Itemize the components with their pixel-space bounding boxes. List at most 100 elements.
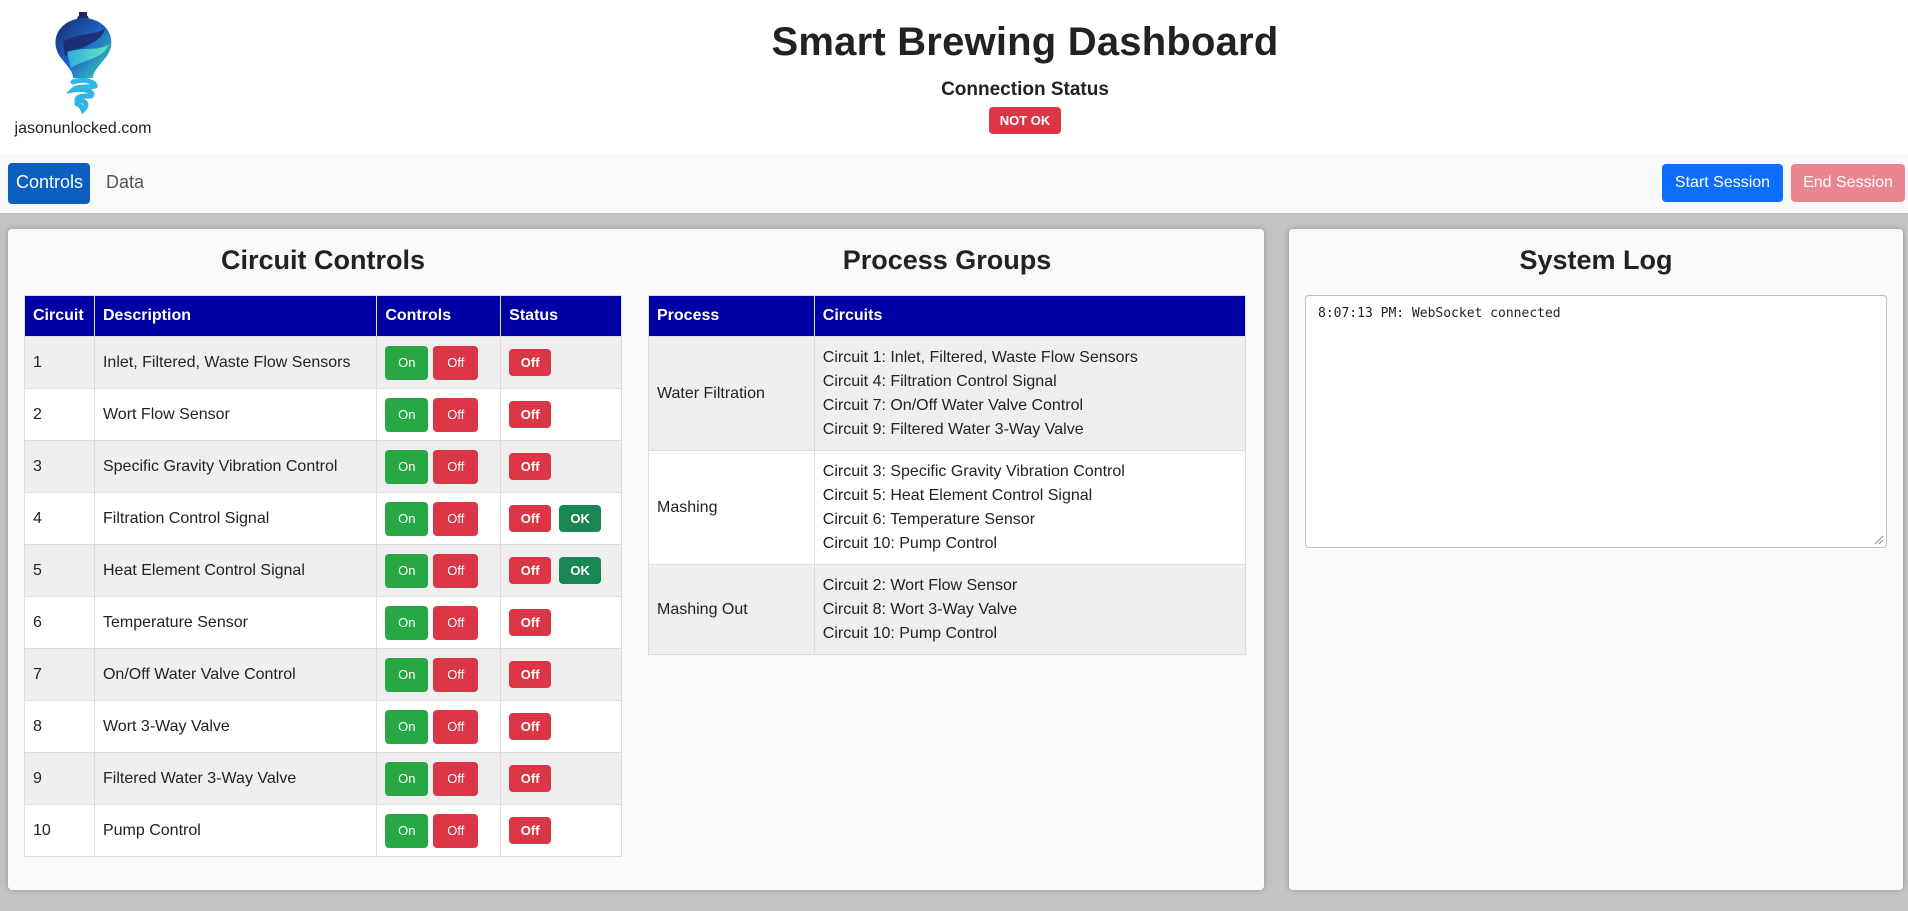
resize-grip-icon[interactable] <box>1874 535 1884 545</box>
status-off-badge: Off <box>509 453 552 480</box>
status-off-badge: Off <box>509 557 552 584</box>
title-block: Smart Brewing Dashboard Connection Statu… <box>700 20 1350 134</box>
circuit-row: 7 On/Off Water Valve Control On Off Off <box>24 648 622 701</box>
status-off-badge: Off <box>509 817 552 844</box>
circuit-status-cell: Off <box>500 752 622 805</box>
column-header-status: Status <box>500 295 622 337</box>
circuit-controls-cell: On Off <box>376 804 502 857</box>
off-button[interactable]: Off <box>433 449 479 484</box>
circuit-number: 1 <box>24 336 95 389</box>
process-circuit-line: Circuit 8: Wort 3-Way Valve <box>822 600 1018 618</box>
circuit-number: 6 <box>24 596 95 649</box>
circuit-description: Wort 3-Way Valve <box>93 700 378 753</box>
status-off-badge: Off <box>509 661 552 688</box>
circuit-description: Inlet, Filtered, Waste Flow Sensors <box>93 336 378 389</box>
on-button[interactable]: On <box>385 813 429 848</box>
header: jasonunlocked.com Smart Brewing Dashboar… <box>0 0 1908 154</box>
process-table-body: Water Filtration Circuit 1: Inlet, Filter… <box>648 336 1247 655</box>
circuit-number: 3 <box>24 440 95 493</box>
system-log-textarea[interactable]: 8:07:13 PM: WebSocket connected <box>1305 295 1887 548</box>
circuit-controls-title: Circuit Controls <box>220 245 425 275</box>
start-session-button[interactable]: Start Session <box>1662 164 1783 202</box>
circuit-description: Heat Element Control Signal <box>93 544 378 597</box>
circuit-description: Specific Gravity Vibration Control <box>93 440 378 493</box>
circuit-row: 2 Wort Flow Sensor On Off Off <box>24 388 622 441</box>
circuit-row: 4 Filtration Control Signal On Off Off OK <box>24 492 622 545</box>
page-title: Smart Brewing Dashboard <box>771 20 1279 64</box>
bulb-gear-logo-icon <box>43 12 123 116</box>
process-row: Water Filtration Circuit 1: Inlet, Filter… <box>648 336 1247 451</box>
circuit-row: 5 Heat Element Control Signal On Off Off OK <box>24 544 622 597</box>
off-button[interactable]: Off <box>433 501 479 536</box>
status-off-badge: Off <box>509 765 552 792</box>
circuit-description: Filtered Water 3-Way Valve <box>93 752 378 805</box>
process-circuit-line: Circuit 2: Wort Flow Sensor <box>822 576 1018 594</box>
circuit-description: On/Off Water Valve Control <box>93 648 378 701</box>
process-circuit-line: Circuit 5: Heat Element Control Signal <box>822 486 1093 504</box>
tab-data[interactable]: Data <box>98 163 152 204</box>
process-circuits-cell: Circuit 1: Inlet, Filtered, Waste Flow S… <box>813 336 1247 451</box>
on-button[interactable]: On <box>385 397 429 432</box>
column-header-description: Description <box>93 295 378 337</box>
process-row: Mashing Out Circuit 2: Wort Flow Sensor Ci… <box>648 564 1247 655</box>
status-off-badge: Off <box>509 713 552 740</box>
circuit-controls-cell: On Off <box>376 388 502 441</box>
connection-status-badge: NOT OK <box>988 107 1062 134</box>
process-circuit-line: Circuit 3: Specific Gravity Vibration Co… <box>822 462 1125 480</box>
circuit-status-cell: Off <box>500 596 622 649</box>
circuit-controls-cell: On Off <box>376 648 502 701</box>
on-button[interactable]: On <box>385 709 429 744</box>
off-button[interactable]: Off <box>433 397 479 432</box>
off-button[interactable]: Off <box>433 657 479 692</box>
circuit-status-cell: Off <box>500 440 622 493</box>
process-groups-table: Process Circuits Water Filtration Circuit… <box>648 295 1247 655</box>
process-circuit-line: Circuit 9: Filtered Water 3-Way Valve <box>822 420 1084 438</box>
end-session-button[interactable]: End Session <box>1791 164 1905 202</box>
brand[interactable]: jasonunlocked.com <box>8 12 158 138</box>
off-button[interactable]: Off <box>433 813 479 848</box>
process-name: Mashing <box>648 450 815 565</box>
circuit-status-cell: Off <box>500 336 622 389</box>
on-button[interactable]: On <box>385 605 429 640</box>
on-button[interactable]: On <box>385 345 429 380</box>
process-circuits-cell: Circuit 3: Specific Gravity Vibration Co… <box>813 450 1247 565</box>
process-circuit-line: Circuit 10: Pump Control <box>822 624 998 642</box>
tab-controls[interactable]: Controls <box>8 163 90 204</box>
log-entry: 8:07:13 PM: WebSocket connected <box>1318 306 1561 321</box>
on-button[interactable]: On <box>385 761 429 796</box>
circuit-number: 10 <box>24 804 95 857</box>
connection-status-label: Connection Status <box>941 79 1109 100</box>
process-circuit-line: Circuit 7: On/Off Water Valve Control <box>822 396 1084 414</box>
on-button[interactable]: On <box>385 449 429 484</box>
status-off-badge: Off <box>509 505 552 532</box>
off-button[interactable]: Off <box>433 709 479 744</box>
circuit-status-cell: Off OK <box>500 492 622 545</box>
column-header-process: Process <box>648 295 815 337</box>
system-log-panel: System Log 8:07:13 PM: WebSocket connect… <box>1289 229 1903 890</box>
circuit-controls-cell: On Off <box>376 700 502 753</box>
circuit-row: 9 Filtered Water 3-Way Valve On Off Off <box>24 752 622 805</box>
system-log-title: System Log <box>1519 245 1673 275</box>
circuit-controls-cell: On Off <box>376 492 502 545</box>
status-off-badge: Off <box>509 349 552 376</box>
process-circuit-line: Circuit 4: Filtration Control Signal <box>822 372 1057 390</box>
circuit-row: 1 Inlet, Filtered, Waste Flow Sensors On Of… <box>24 336 622 389</box>
circuit-number: 4 <box>24 492 95 545</box>
circuit-row: 6 Temperature Sensor On Off Off <box>24 596 622 649</box>
on-button[interactable]: On <box>385 657 429 692</box>
off-button[interactable]: Off <box>433 553 479 588</box>
navbar: Controls Data Start Session End Session <box>0 154 1908 213</box>
circuit-row: 10 Pump Control On Off Off <box>24 804 622 857</box>
off-button[interactable]: Off <box>433 761 479 796</box>
circuit-controls-cell: On Off <box>376 596 502 649</box>
off-button[interactable]: Off <box>433 345 479 380</box>
process-circuit-line: Circuit 6: Temperature Sensor <box>822 510 1036 528</box>
circuit-table-header-row: Circuit Description Controls Status <box>24 295 622 337</box>
off-button[interactable]: Off <box>433 605 479 640</box>
circuit-controls-cell: On Off <box>376 440 502 493</box>
on-button[interactable]: On <box>385 553 429 588</box>
column-header-controls: Controls <box>376 295 502 337</box>
on-button[interactable]: On <box>385 501 429 536</box>
circuit-status-cell: Off <box>500 648 622 701</box>
circuit-number: 5 <box>24 544 95 597</box>
